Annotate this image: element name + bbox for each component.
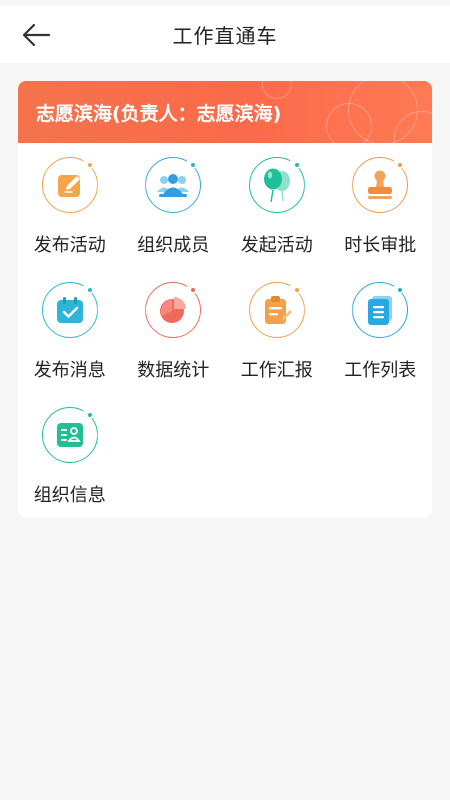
organization-members-button[interactable]: 组织成员 [122, 157, 226, 282]
function-grid: 发布活动 组织成员 发起活动 时长审批 发布消息 数据统计 工作汇报 工作列表 … [18, 143, 432, 518]
launch-activity-button[interactable]: 发起活动 [225, 157, 329, 282]
document-list-icon [352, 282, 409, 338]
page-title: 工作直通车 [172, 24, 278, 48]
header-decoration [326, 103, 372, 143]
card-header: 志愿滨海(负责人：志愿滨海) [18, 81, 432, 143]
header-decoration [262, 81, 292, 99]
work-report-label: 工作汇报 [240, 360, 313, 381]
data-statistics-button[interactable]: 数据统计 [122, 282, 226, 407]
back-arrow-icon [22, 23, 51, 47]
work-shortcut-card: 志愿滨海(负责人：志愿滨海) 发布活动 组织成员 发起活动 时长审批 发布消息 … [18, 81, 432, 518]
duration-approval-button[interactable]: 时长审批 [329, 157, 433, 282]
top-nav-bar: 工作直通车 [0, 6, 450, 63]
organization-info-label: 组织信息 [33, 485, 106, 506]
organization-info-button[interactable]: 组织信息 [18, 407, 122, 518]
pie-chart-icon [145, 282, 202, 338]
clipboard-edit-icon [248, 282, 305, 338]
work-list-button[interactable]: 工作列表 [329, 282, 433, 407]
organization-title: 志愿滨海(负责人：志愿滨海) [36, 103, 282, 125]
launch-activity-label: 发起活动 [240, 235, 313, 256]
publish-activity-label: 发布活动 [33, 235, 106, 256]
publish-message-button[interactable]: 发布消息 [18, 282, 122, 407]
balloon-icon [248, 157, 305, 213]
data-statistics-label: 数据统计 [137, 360, 210, 381]
edit-icon [41, 157, 98, 213]
work-list-label: 工作列表 [344, 360, 417, 381]
duration-approval-label: 时长审批 [344, 235, 417, 256]
back-button[interactable] [18, 18, 54, 52]
work-report-button[interactable]: 工作汇报 [225, 282, 329, 407]
members-icon [145, 157, 202, 213]
id-card-icon [41, 407, 98, 463]
organization-members-label: 组织成员 [137, 235, 210, 256]
publish-activity-button[interactable]: 发布活动 [18, 157, 122, 282]
calendar-check-icon [41, 282, 98, 338]
stamp-icon [352, 157, 409, 213]
publish-message-label: 发布消息 [33, 360, 106, 381]
